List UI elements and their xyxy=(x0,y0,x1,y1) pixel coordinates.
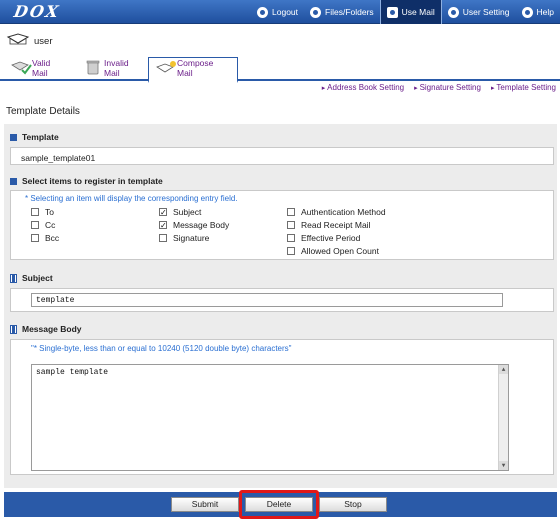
checkbox-subject-box[interactable]: ✓ xyxy=(159,208,167,217)
checkbox-bcc-label: Bcc xyxy=(45,233,60,243)
checkbox-read-receipt-mail-label: Read Receipt Mail xyxy=(301,220,371,230)
message-body-hint: "* Single-byte, less than or equal to 10… xyxy=(31,344,292,353)
select-items-heading-label: Select items to register in template xyxy=(22,176,163,186)
section-arrow-icon xyxy=(10,133,17,141)
checkbox-allowed-open-count-box[interactable] xyxy=(287,247,295,255)
nav-use-mail[interactable]: Use Mail xyxy=(379,0,442,24)
checkbox-message-body-box[interactable]: ✓ xyxy=(159,221,167,230)
tab-valid-mail[interactable]: Valid Mail xyxy=(4,58,72,81)
tab-compose-mail-label: Compose Mail xyxy=(177,58,214,78)
template-section-heading: Template xyxy=(10,132,59,142)
valid-mail-icon xyxy=(11,61,32,75)
nav-logout-label: Logout xyxy=(272,7,299,17)
nav-user-setting[interactable]: User Setting xyxy=(442,0,516,24)
logout-icon xyxy=(257,6,269,18)
message-body-text: sample template xyxy=(36,368,109,377)
files-folders-icon xyxy=(310,6,322,18)
link-address-book-setting[interactable]: Address Book Setting xyxy=(322,83,404,92)
dox-logo: DOX xyxy=(12,2,62,21)
checkbox-effective-period[interactable]: Effective Period xyxy=(287,233,360,243)
mail-tabs: Valid Mail Invalid Mail Compose Mail xyxy=(0,57,560,83)
checkbox-allowed-open-count-label: Allowed Open Count xyxy=(301,246,379,256)
checkbox-effective-period-box[interactable] xyxy=(287,234,295,242)
user-row xyxy=(0,25,560,59)
template-name-value: sample_template01 xyxy=(21,153,96,163)
checkbox-bcc-box[interactable] xyxy=(31,234,39,242)
tab-invalid-mail-label: Invalid Mail xyxy=(104,58,129,78)
template-form-panel: Template sample_template01 Select items … xyxy=(4,124,557,488)
message-body-heading-label: Message Body xyxy=(22,324,82,334)
link-signature-setting[interactable]: Signature Setting xyxy=(414,83,481,92)
nav-use-mail-label: Use Mail xyxy=(401,7,435,17)
checkbox-to-label: To xyxy=(45,207,54,217)
compose-mail-icon xyxy=(156,61,176,73)
top-nav: Logout Files/Folders Use Mail User Setti… xyxy=(251,0,560,24)
nav-logout[interactable]: Logout xyxy=(251,0,304,24)
checkbox-effective-period-label: Effective Period xyxy=(301,233,361,243)
document-icon xyxy=(10,273,17,283)
checkbox-authentication-method-label: Authentication Method xyxy=(301,207,386,217)
trash-can-icon xyxy=(86,60,100,75)
tab-compose-mail[interactable]: Compose Mail xyxy=(148,57,238,83)
select-items-box: * Selecting an item will display the cor… xyxy=(10,190,554,260)
checkbox-message-body[interactable]: ✓ Message Body xyxy=(159,220,229,230)
subject-heading-label: Subject xyxy=(22,273,53,283)
select-items-hint: * Selecting an item will display the cor… xyxy=(25,194,238,203)
delete-button-highlight xyxy=(239,490,319,519)
message-body-section-heading: Message Body xyxy=(10,324,82,334)
tab-valid-mail-label: Valid Mail xyxy=(32,58,51,78)
message-body-scrollbar[interactable]: ▲ ▼ xyxy=(498,365,508,470)
checkbox-subject[interactable]: ✓ Subject xyxy=(159,207,201,217)
top-header: DOX Logout Files/Folders Use Mail User S… xyxy=(0,0,560,24)
submit-button[interactable]: Submit xyxy=(171,497,239,512)
checkbox-to[interactable]: To xyxy=(31,207,54,217)
scroll-down-arrow-icon[interactable]: ▼ xyxy=(499,461,508,470)
user-envelope-icon xyxy=(6,33,30,45)
tab-invalid-mail[interactable]: Invalid Mail xyxy=(76,58,144,81)
template-name-box: sample_template01 xyxy=(10,147,554,165)
checkbox-cc-box[interactable] xyxy=(31,221,39,229)
checkbox-signature-label: Signature xyxy=(173,233,210,243)
checkbox-subject-label: Subject xyxy=(173,207,202,217)
checkbox-read-receipt-mail[interactable]: Read Receipt Mail xyxy=(287,220,370,230)
link-template-setting[interactable]: Template Setting xyxy=(491,83,556,92)
nav-files-folders[interactable]: Files/Folders xyxy=(304,0,380,24)
subject-section-heading: Subject xyxy=(10,273,53,283)
checkbox-allowed-open-count[interactable]: Allowed Open Count xyxy=(287,246,379,256)
nav-help-label: Help xyxy=(536,7,554,17)
scroll-up-arrow-icon[interactable]: ▲ xyxy=(499,365,508,374)
subject-box: template xyxy=(10,288,554,312)
message-body-textarea[interactable]: sample template ▲ ▼ xyxy=(31,364,509,471)
checkbox-cc-label: Cc xyxy=(45,220,56,230)
checkbox-signature-box[interactable] xyxy=(159,234,167,242)
template-heading-label: Template xyxy=(22,132,59,142)
checkbox-message-body-label: Message Body xyxy=(173,220,230,230)
checkbox-cc[interactable]: Cc xyxy=(31,220,55,230)
nav-user-setting-label: User Setting xyxy=(462,7,510,17)
checkbox-to-box[interactable] xyxy=(31,208,39,216)
document-icon xyxy=(10,324,17,334)
subject-input[interactable]: template xyxy=(31,293,503,307)
mail-icon xyxy=(386,6,398,18)
user-name: user xyxy=(34,36,53,47)
settings-links: Address Book Setting Signature Setting T… xyxy=(322,83,556,92)
checkbox-signature[interactable]: Signature xyxy=(159,233,209,243)
checkbox-read-receipt-mail-box[interactable] xyxy=(287,221,295,229)
user-setting-icon xyxy=(447,6,459,18)
stop-button[interactable]: Stop xyxy=(319,497,387,512)
page-title: Template Details xyxy=(6,106,80,117)
checkbox-bcc[interactable]: Bcc xyxy=(31,233,59,243)
nav-help[interactable]: Help xyxy=(516,0,560,24)
help-icon xyxy=(521,6,533,18)
checkbox-authentication-method[interactable]: Authentication Method xyxy=(287,207,386,217)
checkbox-authentication-method-box[interactable] xyxy=(287,208,295,216)
section-arrow-icon xyxy=(10,177,17,185)
nav-files-folders-label: Files/Folders xyxy=(325,7,374,17)
select-items-section-heading: Select items to register in template xyxy=(10,176,163,186)
message-body-box: "* Single-byte, less than or equal to 10… xyxy=(10,339,554,475)
